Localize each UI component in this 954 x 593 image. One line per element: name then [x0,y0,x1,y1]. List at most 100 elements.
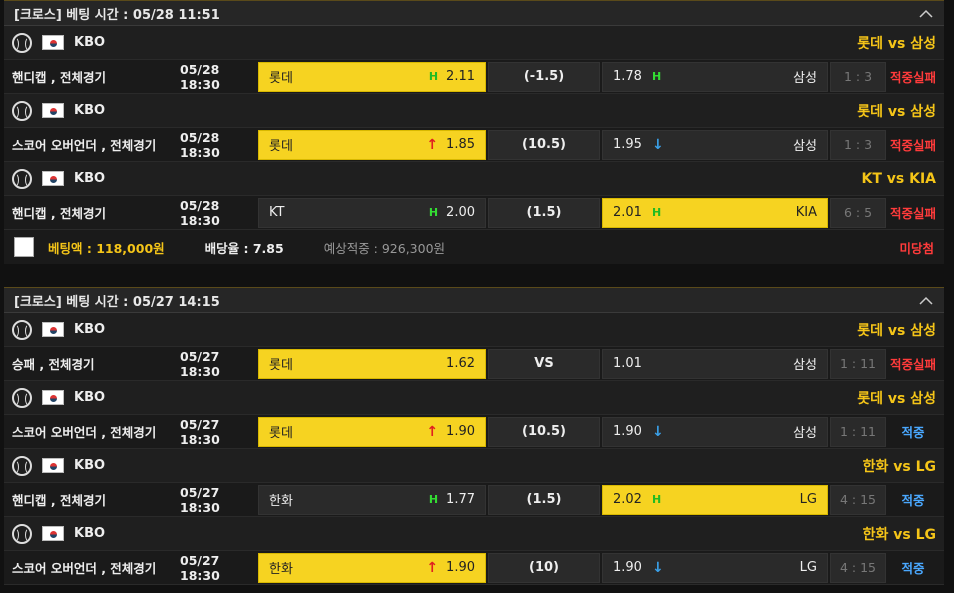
bet-row: 스코어 오버언더 , 전체경기 05/27 18:30 롯데 ↑ 1.90 (10.5) 1… [4,415,944,449]
korea-flag-icon [42,322,64,337]
korea-flag-icon [42,35,64,50]
handicap-mark-icon: H [428,70,439,83]
draw-handicap-button[interactable]: (10.5) [488,416,600,447]
baseball-icon [12,523,32,544]
bet-type: 핸디캡 , 전체경기 [12,206,106,221]
league-row: KBO 한화 vs LG [4,449,944,483]
home-odds: 1.90 [446,424,475,439]
league-row: KBO 롯데 vs 삼성 [4,313,944,347]
away-odds-button[interactable]: 2.02 H LG [602,484,828,515]
home-odds-button[interactable]: 롯데 ↑ 1.90 [258,416,486,447]
away-odds-button[interactable]: 1.01 삼성 [602,348,828,379]
baseball-icon [12,319,32,340]
away-odds-button[interactable]: 1.95 ↓ 삼성 [602,129,828,160]
away-odds-button[interactable]: 1.90 ↓ 삼성 [602,416,828,447]
bet-row: 핸디캡 , 전체경기 05/28 18:30 KT H 2.00 (1.5) 2.01 H KI… [4,196,944,230]
league-name: KBO [74,103,106,118]
away-team: 삼성 [793,139,817,154]
handicap-mark-icon: H [428,493,439,506]
korea-flag-icon [42,390,64,405]
away-odds: 1.95 [613,137,642,152]
bet-result: 적중실패 [889,357,936,372]
bet-slip-1: [크로스] 베팅 시간 : 05/28 11:51 KBO 롯데 vs 삼성 핸디캡… [4,0,944,264]
bet-result: 적중 [901,493,925,508]
league-name: KBO [74,171,106,186]
handicap-mark-icon: H [651,493,662,506]
league-name: KBO [74,390,106,405]
arrow-up-icon: ↑ [426,136,439,153]
select-checkbox[interactable] [14,237,34,257]
home-team: KT [269,205,285,220]
bet-result: 적중실패 [889,206,936,221]
baseball-icon [12,32,32,53]
korea-flag-icon [42,171,64,186]
final-score: 1 : 3 [830,129,886,160]
draw-handicap-button[interactable]: (1.5) [488,197,600,228]
bet-result: 적중 [901,425,925,440]
away-team: LG [799,492,817,507]
league-row: KBO 롯데 vs 삼성 [4,26,944,60]
slip-summary: 베팅액 : 118,000원 배당율 : 7.85 예상적중 : 926,300… [4,230,944,264]
home-odds-button[interactable]: 롯데 H 2.11 [258,61,486,92]
bet-amount: 베팅액 : 118,000원 [48,240,165,256]
bet-row: 승패 , 전체경기 05/27 18:30 롯데 1.62 VS 1.01 삼성 1 : 11… [4,347,944,381]
chevron-up-icon[interactable] [916,290,936,310]
match-time: 05/28 18:30 [180,197,220,228]
bet-type: 스코어 오버언더 , 전체경기 [12,138,157,153]
home-odds: 1.77 [446,492,475,507]
bet-row: 핸디캡 , 전체경기 05/27 18:30 한화 H 1.77 (1.5) 2.02 H LG… [4,483,944,517]
away-team: KIA [795,205,817,220]
away-odds-button[interactable]: 2.01 H KIA [602,197,828,228]
draw-handicap-button[interactable]: (10.5) [488,129,600,160]
scrollbar[interactable] [944,0,954,593]
draw-handicap-button[interactable]: (10) [488,552,600,583]
away-odds: 2.02 [613,492,642,507]
match-time: 05/28 18:30 [180,61,220,92]
league-name: KBO [74,322,106,337]
home-team: 롯데 [269,358,293,373]
home-odds-button[interactable]: KT H 2.00 [258,197,486,228]
korea-flag-icon [42,103,64,118]
home-odds-button[interactable]: 한화 H 1.77 [258,484,486,515]
home-team: 한화 [269,562,293,577]
league-name: KBO [74,35,106,50]
draw-handicap-button[interactable]: (1.5) [488,484,600,515]
handicap-mark-icon: H [651,70,662,83]
handicap-mark-icon: H [428,206,439,219]
final-score: 1 : 11 [830,348,886,379]
arrow-down-icon: ↓ [651,423,664,440]
expected-win: 예상적중 : 926,300원 [323,240,446,256]
home-team: 한화 [269,494,293,509]
arrow-down-icon: ↓ [651,559,664,576]
final-score: 1 : 3 [830,61,886,92]
league-row: KBO 롯데 vs 삼성 [4,94,944,128]
bet-row: 핸디캡 , 전체경기 05/28 18:30 롯데 H 2.11 (-1.5) 1.78 H 삼… [4,60,944,94]
bet-type: 핸디캡 , 전체경기 [12,70,106,85]
chevron-up-icon[interactable] [916,3,936,23]
league-name: KBO [74,526,106,541]
away-odds: 1.78 [613,69,642,84]
match-title: 한화 vs LG [862,458,936,475]
away-odds-button[interactable]: 1.78 H 삼성 [602,61,828,92]
bet-result: 적중 [901,561,925,576]
league-name: KBO [74,458,106,473]
away-odds-button[interactable]: 1.90 ↓ LG [602,552,828,583]
korea-flag-icon [42,526,64,541]
home-team: 롯데 [269,139,293,154]
league-row: KBO KT vs KIA [4,162,944,196]
home-odds: 1.90 [446,560,475,575]
draw-handicap-button[interactable]: (-1.5) [488,61,600,92]
draw-handicap-button[interactable]: VS [488,348,600,379]
home-odds-button[interactable]: 한화 ↑ 1.90 [258,552,486,583]
handicap-mark-icon: H [651,206,662,219]
baseball-icon [12,168,32,189]
league-row: KBO 한화 vs LG [4,517,944,551]
away-team: 삼성 [793,358,817,373]
bet-type: 핸디캡 , 전체경기 [12,493,106,508]
home-odds-button[interactable]: 롯데 ↑ 1.85 [258,129,486,160]
home-odds-button[interactable]: 롯데 1.62 [258,348,486,379]
bet-result: 적중실패 [889,138,936,153]
arrow-down-icon: ↓ [651,136,664,153]
home-team: 롯데 [269,71,293,86]
match-title: 롯데 vs 삼성 [857,35,936,52]
